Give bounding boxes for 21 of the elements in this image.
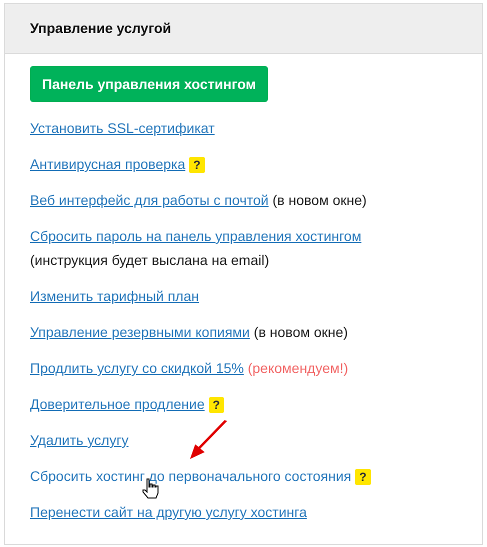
link-note: (в новом окне): [272, 192, 367, 208]
menu-link[interactable]: Перенести сайт на другую услугу хостинга: [30, 504, 307, 520]
menu-link[interactable]: Управление резервными копиями: [30, 324, 250, 340]
menu-link[interactable]: Продлить услугу со скидкой 15%: [30, 360, 244, 376]
help-badge[interactable]: ?: [189, 157, 205, 174]
menu-link[interactable]: Изменить тарифный план: [30, 288, 199, 304]
menu-link[interactable]: Сбросить хостинг до первоначального состояния: [30, 468, 352, 484]
menu-link[interactable]: Веб интерфейс для работы с почтой: [30, 192, 269, 208]
menu-link[interactable]: Сбросить пароль на панель управления хостингом: [30, 228, 362, 244]
link-note: (рекомендуем!): [248, 360, 348, 376]
menu-link[interactable]: Доверительное продление: [30, 396, 205, 412]
panel-title: Управление услугой: [30, 19, 172, 38]
menu-link[interactable]: Удалить услугу: [30, 432, 128, 448]
help-badge[interactable]: ?: [355, 469, 371, 486]
link-note: (инструкция будет выслана на email): [30, 252, 270, 268]
menu-link[interactable]: Установить SSL-сертификат: [30, 120, 215, 136]
help-badge[interactable]: ?: [208, 397, 224, 414]
hosting-panel-button[interactable]: Панель управления хостингом: [30, 66, 268, 102]
link-note: (в новом окне): [254, 324, 348, 340]
arrow-icon: [190, 420, 228, 460]
menu-link[interactable]: Антивирусная проверка: [30, 156, 186, 172]
